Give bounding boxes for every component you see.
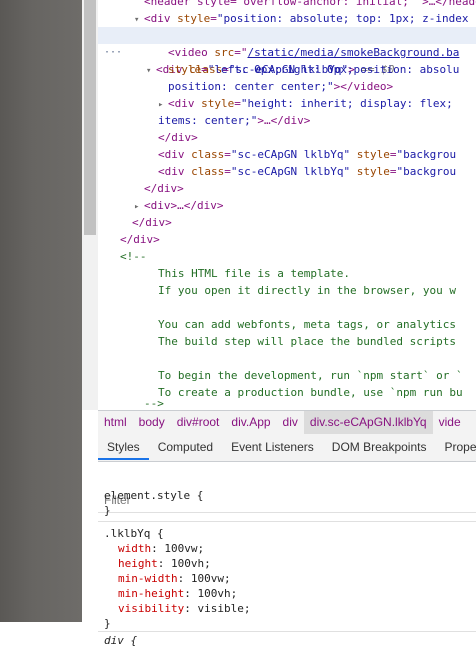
elements-scrollbar[interactable]	[82, 0, 98, 410]
rule-close: }	[104, 617, 111, 630]
tab-event-listeners[interactable]: Event Listeners	[222, 435, 323, 460]
rule-divider	[98, 631, 476, 632]
dom-node-div-flex[interactable]: ▸ <div style="height: inherit; display: f…	[158, 95, 459, 112]
dom-node-close-div[interactable]: </div>	[144, 180, 184, 197]
rule-divider	[98, 521, 476, 522]
breadcrumb-item[interactable]: div#root	[171, 411, 226, 434]
node-actions-icon[interactable]: ···	[104, 44, 122, 61]
breadcrumb-item[interactable]: div.App	[225, 411, 276, 434]
comment-line: If you open it directly in the browser, …	[158, 284, 457, 297]
breadcrumb-item[interactable]: html	[98, 411, 133, 434]
video-src-link[interactable]: /static/media/smokeBackground.ba	[247, 46, 459, 59]
devtools-panel: <header style="overflow-anchor: initial;…	[82, 0, 476, 651]
comment-line: To begin the development, run `npm start…	[158, 369, 463, 382]
breadcrumb-item[interactable]: body	[133, 411, 171, 434]
css-property[interactable]: min-width: 100vw;	[118, 571, 231, 586]
dom-node-video-style: style="left: 0px;right: 0px;position: ab…	[168, 63, 460, 76]
comment-line: The build step will place the bundled sc…	[158, 335, 457, 348]
dom-comment-open[interactable]: <!--	[120, 248, 147, 265]
css-property[interactable]: width: 100vw;	[118, 541, 204, 556]
dom-node-header[interactable]: <header style="overflow-anchor: initial;…	[144, 0, 476, 10]
tab-dom-breakpoints[interactable]: DOM Breakpoints	[323, 435, 436, 460]
comment-line: You can add webfonts, meta tags, or anal…	[158, 318, 457, 331]
page-background-bottom	[0, 622, 82, 651]
dom-node-close-div[interactable]: </div>	[132, 214, 172, 231]
tab-properties[interactable]: Prope	[435, 435, 476, 460]
breadcrumb-item[interactable]: div	[277, 411, 304, 434]
dom-node-div-absolute[interactable]: ▾ <div style="position: absolute; top: 1p…	[134, 10, 469, 27]
dom-node-selected[interactable]: ··· ▾ <div class="sc-eCApGN lklbYq"> == $…	[98, 27, 476, 76]
tab-styles[interactable]: Styles	[98, 435, 149, 460]
css-property[interactable]: min-height: 100vh;	[118, 586, 237, 601]
dom-node-div-sibling-1[interactable]: <div class="sc-eCApGN lklbYq" style="bac…	[158, 146, 456, 163]
dom-node-close-div[interactable]: </div>	[120, 231, 160, 248]
rule-selector[interactable]: .lklbYq {	[104, 526, 164, 541]
elements-tree: <header style="overflow-anchor: initial;…	[98, 0, 476, 410]
rule-selector-div[interactable]: div {	[104, 633, 137, 648]
breadcrumb-item-selected[interactable]: div.sc-eCApGN.lklbYq	[303, 411, 433, 434]
element-style-rule[interactable]: element.style {	[104, 488, 203, 503]
css-property[interactable]: visibility: visible;	[118, 601, 250, 616]
comment-line: To create a production bundle, use `npm …	[158, 386, 463, 399]
comment-close: -->	[144, 397, 164, 410]
css-property[interactable]: height: 100vh;	[118, 556, 211, 571]
comment-line: This HTML file is a template.	[158, 267, 351, 280]
rule-close: }	[104, 504, 111, 517]
scrollbar-thumb[interactable]	[84, 0, 96, 235]
dom-node-div-flex-cont: items: center;">…</div>	[158, 114, 311, 127]
collapse-triangle-icon[interactable]: ▾	[146, 63, 156, 80]
styles-tabbar: Styles Computed Event Listeners DOM Breakpo…	[98, 435, 476, 462]
page-background	[0, 0, 82, 622]
dom-node-close-div[interactable]: </div>	[158, 129, 198, 146]
dom-node-video[interactable]: <video src="/static/media/smokeBackgroun…	[168, 44, 459, 61]
breadcrumb: html body div#root div.App div div.sc-eCApGN.…	[98, 410, 476, 436]
dom-node-video-style-cont: position: center center;"></video>	[168, 80, 394, 93]
dom-node-div-sibling-2[interactable]: <div class="sc-eCApGN lklbYq" style="bac…	[158, 163, 456, 180]
breadcrumb-item[interactable]: vide	[433, 411, 467, 434]
tab-computed[interactable]: Computed	[149, 435, 222, 460]
dom-node-div-collapsed[interactable]: ▸ <div>…</div>	[134, 197, 223, 214]
